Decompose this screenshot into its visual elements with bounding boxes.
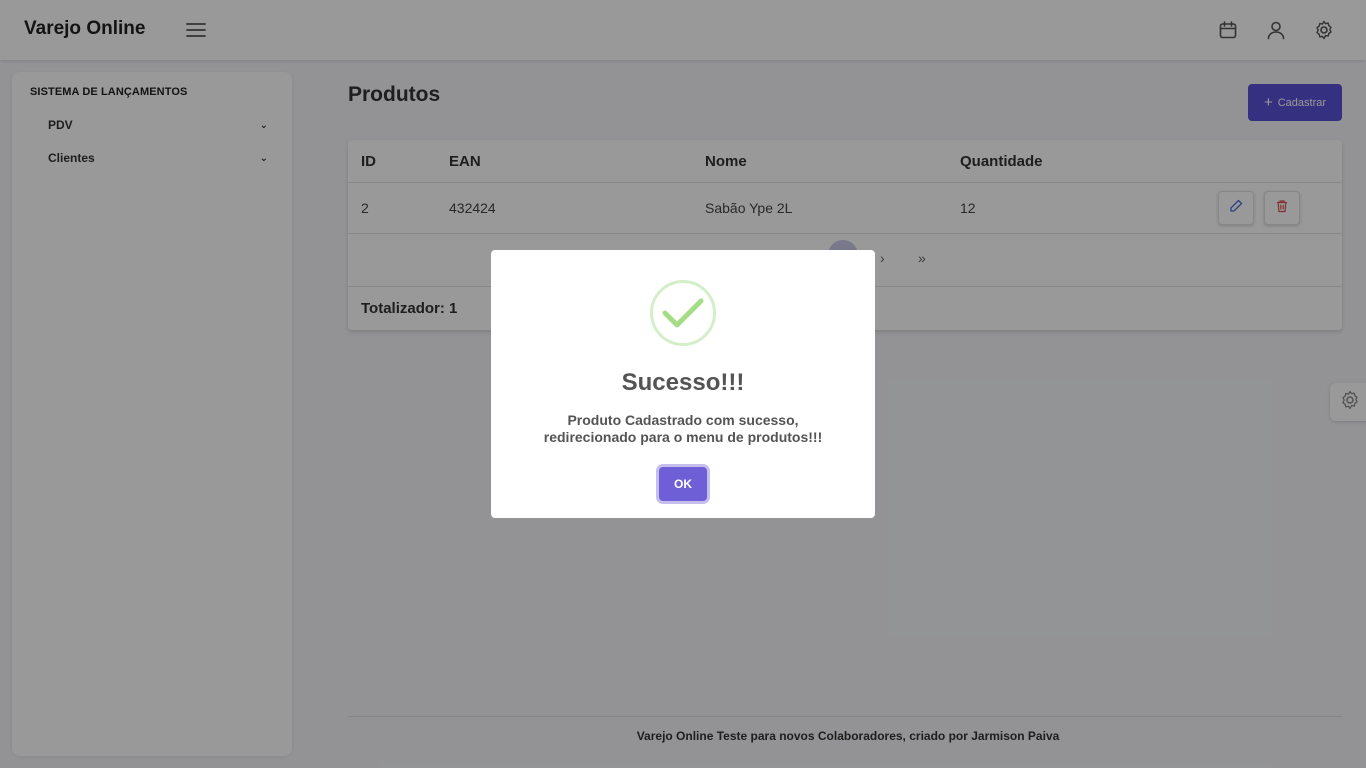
dialog-title: Sucesso!!!	[621, 369, 745, 396]
dialog-message: Produto Cadastrado com sucesso, redireci…	[543, 412, 823, 445]
success-check-icon	[650, 280, 716, 346]
success-dialog: Sucesso!!! Produto Cadastrado com sucess…	[491, 250, 875, 518]
ok-button[interactable]: OK	[659, 467, 707, 501]
